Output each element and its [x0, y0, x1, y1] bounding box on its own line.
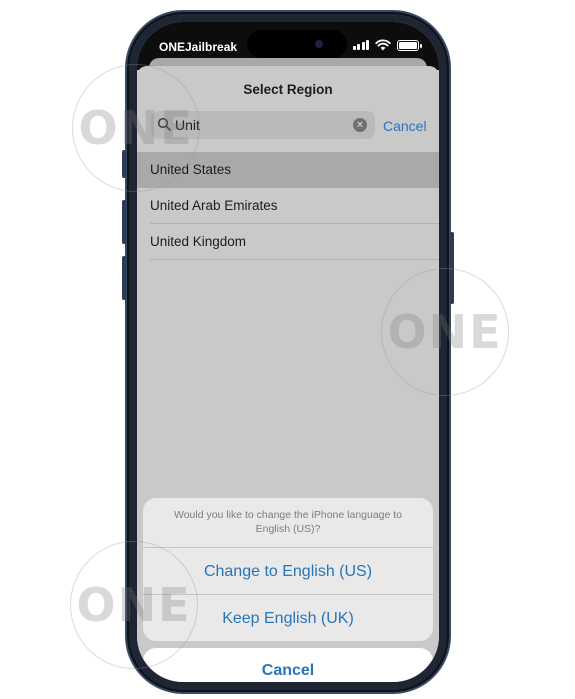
region-row-united-arab-emirates[interactable]: United Arab Emirates [137, 188, 439, 224]
clear-search-icon[interactable]: × [353, 118, 367, 132]
cellular-signal-icon [352, 40, 369, 50]
watermark-logo: ONE [72, 64, 200, 192]
battery-icon [397, 39, 422, 51]
status-icons [352, 39, 422, 51]
carrier-label: ONEJailbreak [159, 40, 238, 54]
watermark-logo: ONE [70, 541, 198, 669]
region-row-united-kingdom[interactable]: United Kingdom [137, 224, 439, 260]
dynamic-island [247, 30, 347, 58]
wifi-icon [375, 39, 391, 51]
watermark-logo: ONE [381, 268, 509, 396]
volume-up-button [122, 200, 126, 244]
search-cancel-button[interactable]: Cancel [383, 118, 427, 134]
front-camera-icon [315, 40, 323, 48]
action-sheet-cancel-button[interactable]: Cancel [143, 648, 433, 682]
action-sheet-message: Would you like to change the iPhone lang… [173, 509, 403, 535]
volume-down-button [122, 256, 126, 300]
